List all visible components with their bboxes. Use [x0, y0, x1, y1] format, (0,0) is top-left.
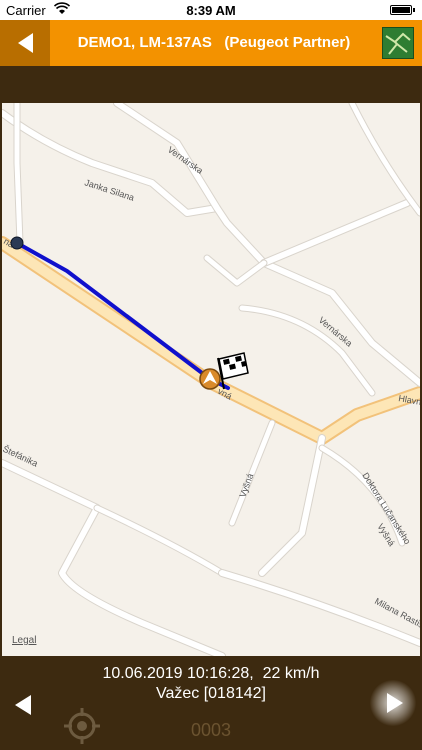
vehicle-title: DEMO1, LM-137AS (Peugeot Partner)	[77, 34, 351, 51]
header-bar: DEMO1, LM-137AS (Peugeot Partner)	[0, 20, 422, 66]
battery-tip	[413, 8, 415, 12]
map-view[interactable]: Vernárska Janka Silana Vernárska Hlavná …	[2, 103, 420, 656]
record-location: Važec [018142]	[155, 685, 266, 702]
battery-icon	[390, 5, 412, 15]
status-bar: Carrier 8:39 AM	[0, 0, 422, 20]
finish-flag-icon	[217, 352, 249, 390]
next-record-button[interactable]	[370, 680, 416, 726]
vehicle-position-marker[interactable]	[199, 368, 221, 390]
street-label: Janka Silana	[83, 177, 135, 202]
map-canvas: Vernárska Janka Silana Vernárska Hlavná …	[2, 103, 420, 656]
record-datetime-speed: 10.06.2019 10:16:28, 22 km/h	[102, 665, 320, 682]
map-view-button[interactable]	[382, 27, 414, 59]
route-start-marker[interactable]	[10, 236, 24, 250]
map-legal-link[interactable]: Legal	[12, 635, 36, 646]
next-arrow-icon	[387, 693, 403, 713]
back-button[interactable]	[0, 20, 50, 66]
footer-panel: 10.06.2019 10:16:28, 22 km/h Važec [0181…	[0, 656, 422, 750]
previous-arrow-icon	[15, 695, 31, 715]
previous-record-button[interactable]	[10, 692, 36, 718]
header-spacer	[0, 66, 422, 102]
record-counter: 0003	[190, 720, 232, 740]
back-arrow-icon	[17, 33, 33, 53]
map-icon	[385, 32, 411, 55]
status-time: 8:39 AM	[186, 3, 236, 18]
street-label: Vyšná	[237, 472, 255, 499]
